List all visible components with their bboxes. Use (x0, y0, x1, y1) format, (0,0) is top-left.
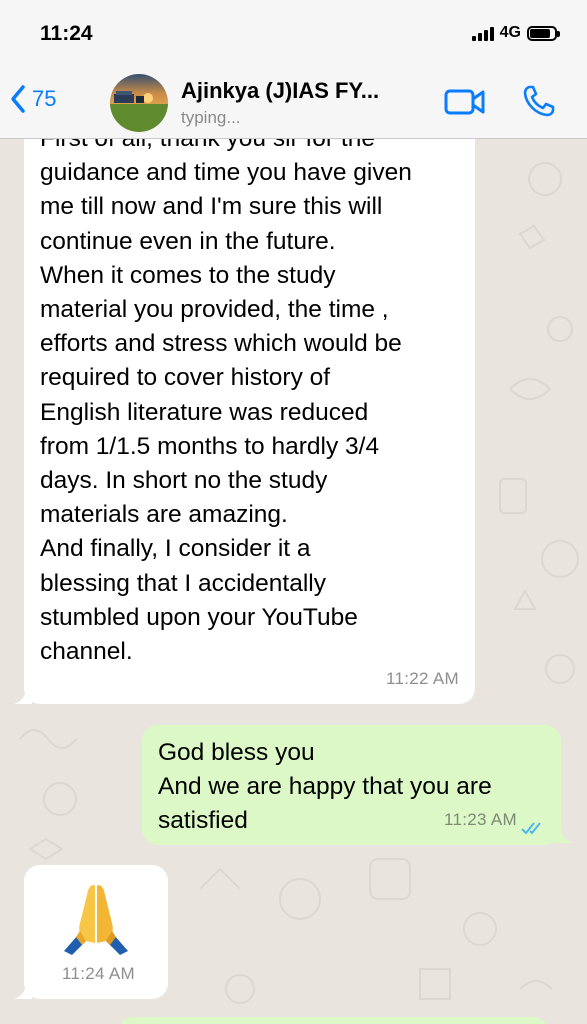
bubble-tail (14, 687, 32, 704)
phone-icon (523, 85, 555, 117)
video-call-button[interactable] (444, 88, 486, 121)
back-button[interactable]: 75 (10, 84, 56, 114)
message-text: First of all, thank you sir for the guid… (40, 139, 412, 666)
bubble-tail (555, 826, 573, 843)
message-time: 11:24 AM (62, 963, 135, 983)
unread-count: 75 (32, 86, 57, 111)
message-time: 11:22 AM (386, 668, 459, 688)
outgoing-message-partial[interactable] (118, 1017, 548, 1024)
incoming-emoji-message[interactable]: 11:24 AM (24, 865, 168, 999)
folded-hands-icon (56, 879, 136, 969)
chevron-left-icon (11, 85, 25, 113)
signal-icon (471, 25, 494, 41)
status-time: 11:24 (40, 22, 93, 45)
status-bar: 11:24 4G (0, 0, 587, 62)
avatar[interactable] (110, 74, 168, 132)
status-indicators: 4G (471, 24, 560, 42)
incoming-message[interactable]: First of all, thank you sir for the guid… (24, 139, 475, 704)
contact-name[interactable]: Ajinkya (J)IAS FY... (181, 78, 431, 104)
outgoing-message[interactable]: God bless you And we are happy that you … (142, 725, 561, 845)
chat-header: 75 Ajinkya (J)IAS FY... typing... (0, 62, 587, 139)
contact-status: typing... (181, 108, 241, 127)
video-camera-icon (444, 89, 485, 115)
chat-area[interactable]: First of all, thank you sir for the guid… (0, 139, 587, 1024)
message-time: 11:23 AM (444, 809, 517, 829)
read-receipt-icon (521, 822, 541, 835)
battery-icon (527, 25, 560, 41)
bubble-tail (14, 982, 32, 999)
network-type: 4G (499, 24, 521, 41)
voice-call-button[interactable] (522, 84, 556, 123)
